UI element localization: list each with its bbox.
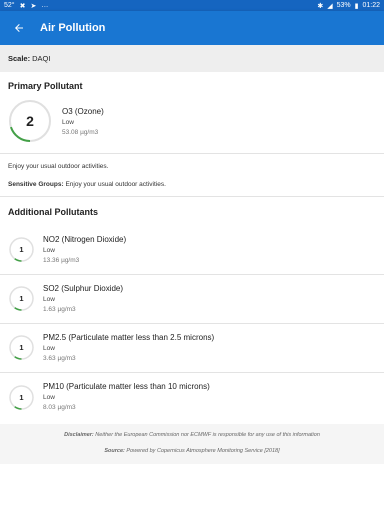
pollutant-name: NO2 (Nitrogen Dioxide) <box>43 235 127 244</box>
pollutant-index-value: 1 <box>19 245 24 254</box>
battery-icon: ▮ <box>354 2 359 10</box>
page-title: Air Pollution <box>40 22 106 34</box>
sensitive-text: Enjoy your usual outdoor activities. <box>65 181 166 188</box>
scale-bar: Scale: DAQI <box>0 45 384 72</box>
divider <box>0 372 384 373</box>
pollutant-value: 13.36 µg/m3 <box>43 257 80 264</box>
pollutant-index-value: 1 <box>19 393 24 402</box>
location-icon: ➤ <box>30 2 37 10</box>
pollutant-index-value: 1 <box>19 294 24 303</box>
pollutant-name: SO2 (Sulphur Dioxide) <box>43 284 124 293</box>
battery-percent: 53% <box>336 2 351 9</box>
pollutant-level: Low <box>43 394 55 401</box>
divider <box>0 323 384 324</box>
sensitive-label: Sensitive Groups: <box>8 181 64 188</box>
divider <box>0 196 384 197</box>
source: Source: Powered by Copernicus Atmosphere… <box>0 448 384 454</box>
scale-label: Scale: <box>8 54 31 63</box>
bluetooth-icon: ✱ <box>317 2 324 10</box>
status-bar: 52° ✖ ➤ … ✱ ◢ 53% ▮ 01:22 <box>0 0 384 11</box>
more-icon: … <box>41 2 49 9</box>
divider <box>0 153 384 154</box>
primary-pollutant-value: 53.08 µg/m3 <box>62 129 99 136</box>
pollutant-value: 8.03 µg/m3 <box>43 404 76 411</box>
primary-index-value: 2 <box>26 113 34 129</box>
pollutant-name: PM10 (Particulate matter less than 10 mi… <box>43 382 210 391</box>
app-bar: Air Pollution <box>0 11 384 45</box>
pollutant-level: Low <box>43 345 55 352</box>
primary-pollutant-name: O3 (Ozone) <box>62 107 104 116</box>
disclaimer: Disclaimer: Neither the European Commiss… <box>0 432 384 438</box>
pollutant-index-value: 1 <box>19 343 24 352</box>
arrow-back-icon <box>15 24 23 32</box>
pollutant-value: 3.63 µg/m3 <box>43 355 76 362</box>
disclaimer-text: Neither the European Commission nor ECMW… <box>95 432 320 438</box>
scale-value: DAQI <box>32 54 51 63</box>
additional-heading: Additional Pollutants <box>8 207 98 217</box>
primary-heading: Primary Pollutant <box>8 81 83 91</box>
general-advice: Enjoy your usual outdoor activities. <box>8 163 109 170</box>
back-button[interactable] <box>0 11 38 45</box>
clock: 01:22 <box>362 2 380 9</box>
source-label: Source: <box>104 448 125 454</box>
pollutant-level: Low <box>43 247 55 254</box>
pollutant-value: 1.63 µg/m3 <box>43 306 76 313</box>
primary-pollutant-level: Low <box>62 119 74 126</box>
wifi-icon: ◢ <box>327 2 333 10</box>
status-temperature: 52° <box>4 2 15 9</box>
pollutant-name: PM2.5 (Particulate matter less than 2.5 … <box>43 333 215 342</box>
divider <box>0 274 384 275</box>
footer <box>0 424 384 464</box>
disclaimer-label: Disclaimer: <box>64 432 94 438</box>
notification-x-icon: ✖ <box>19 2 26 10</box>
sensitive-advice: Sensitive Groups: Enjoy your usual outdo… <box>8 181 166 188</box>
pollutant-level: Low <box>43 296 55 303</box>
source-text: Powered by Copernicus Atmosphere Monitor… <box>126 448 280 454</box>
